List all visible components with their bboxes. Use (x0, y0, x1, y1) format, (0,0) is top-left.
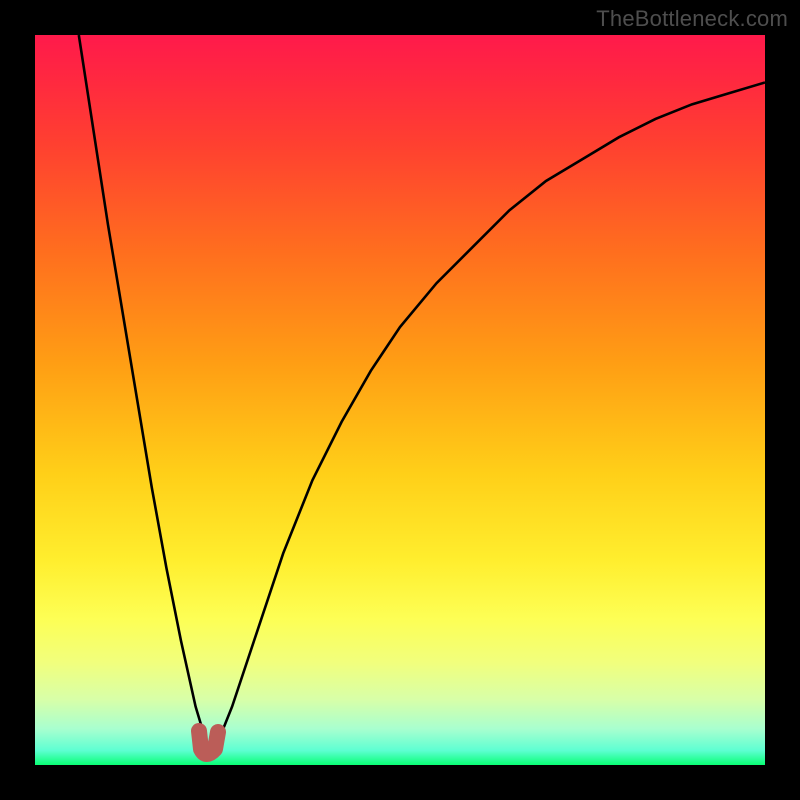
chart-frame: TheBottleneck.com (0, 0, 800, 800)
watermark-text: TheBottleneck.com (596, 6, 788, 32)
chart-svg (35, 35, 765, 765)
optimal-marker-icon (199, 731, 218, 754)
bottleneck-curve (79, 35, 765, 743)
chart-plot-area (35, 35, 765, 765)
